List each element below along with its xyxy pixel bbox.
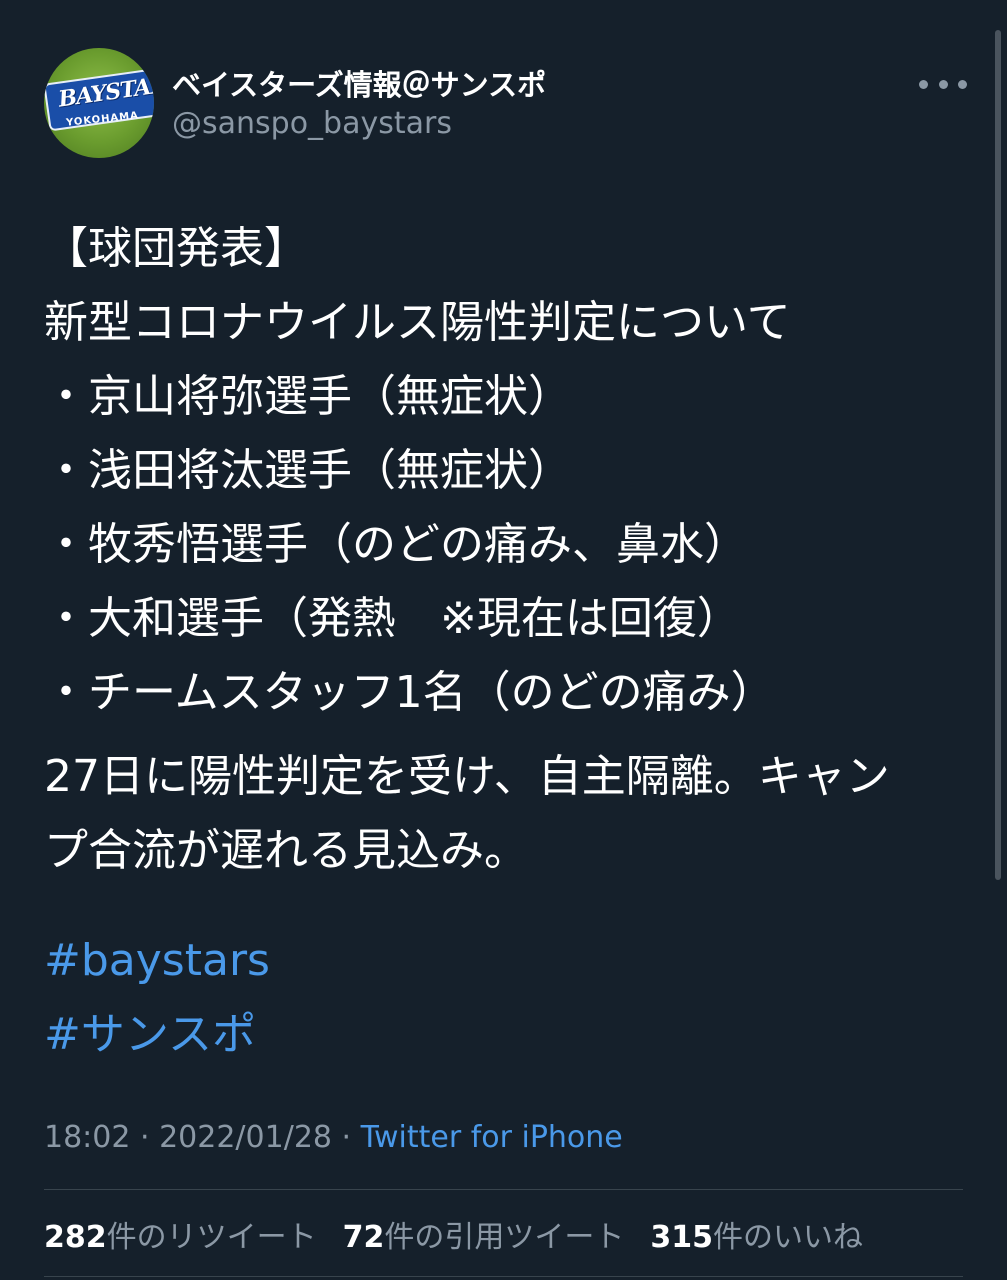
tweet-paragraph-announcement: 【球団発表】 新型コロナウイルス陽性判定について ・京山将弥選手（無症状） ・浅… (44, 212, 974, 730)
tweet-line: プ合流が遅れる見込み。 (44, 825, 528, 876)
tweet-metadata: 18:02 · 2022/01/28 · Twitter for iPhone (44, 1120, 623, 1155)
tweet-line: 27日に陽性判定を受け、自主隔離。キャン (44, 751, 890, 802)
tweet-text: 【球団発表】 新型コロナウイルス陽性判定について ・京山将弥選手（無症状） ・浅… (44, 212, 974, 1072)
tweet-line: ・牧秀悟選手（のどの痛み、鼻水） (44, 519, 748, 570)
engagement-stats: 282件のリツイート 72件の引用ツイート 315件のいいね (44, 1212, 863, 1256)
likes-stat[interactable]: 315件のいいね (650, 1212, 863, 1256)
display-name[interactable]: ベイスターズ情報＠サンスポ (172, 62, 546, 104)
hashtag-list: #baystars #サンスポ (44, 924, 974, 1072)
tweet-source-link[interactable]: Twitter for iPhone (361, 1120, 623, 1155)
likes-label: 件のいいね (713, 1220, 863, 1255)
tweet-line: ・チームスタッフ1名（のどの痛み） (44, 667, 775, 718)
more-dots-icon (938, 79, 948, 89)
hashtag-link[interactable]: #サンスポ (44, 998, 974, 1072)
meta-separator: · (332, 1120, 361, 1155)
scrollbar[interactable] (995, 30, 1001, 880)
tweet-line: 新型コロナウイルス陽性判定について (44, 297, 791, 348)
tweet-line: 【球団発表】 (44, 223, 308, 274)
tweet-header: BAYSTARS YOKOHAMA ベイスターズ情報＠サンスポ @sanspo_… (44, 48, 967, 160)
tweet-line: ・浅田将汰選手（無症状） (44, 445, 572, 496)
more-dots-icon (958, 79, 967, 89)
tweet-detail-screen: BAYSTARS YOKOHAMA ベイスターズ情報＠サンスポ @sanspo_… (0, 0, 1007, 1280)
tweet-line: ・京山将弥選手（無症状） (44, 371, 572, 422)
quote-tweets-stat[interactable]: 72件の引用ツイート (343, 1212, 625, 1256)
tweet-line: ・大和選手（発熱 ※現在は回復） (44, 593, 741, 644)
retweets-label: 件のリツイート (106, 1220, 317, 1255)
tweet-paragraph-details: 27日に陽性判定を受け、自主隔離。キャン プ合流が遅れる見込み。 (44, 740, 974, 888)
divider (44, 1189, 963, 1190)
retweets-count: 282 (44, 1220, 107, 1255)
avatar[interactable]: BAYSTARS YOKOHAMA (44, 48, 154, 158)
more-options-button[interactable] (919, 68, 967, 100)
quotes-count: 72 (342, 1220, 385, 1255)
more-dots-icon (919, 79, 928, 89)
likes-count: 315 (650, 1220, 713, 1255)
divider (44, 1276, 963, 1277)
quotes-label: 件の引用ツイート (384, 1220, 625, 1255)
tweet-date[interactable]: 2022/01/28 (159, 1120, 332, 1155)
meta-separator: · (130, 1120, 160, 1155)
retweets-stat[interactable]: 282件のリツイート (44, 1212, 317, 1256)
hashtag-link[interactable]: #baystars (44, 924, 974, 998)
tweet-time[interactable]: 18:02 (44, 1120, 130, 1155)
user-handle[interactable]: @sanspo_baystars (172, 106, 452, 141)
